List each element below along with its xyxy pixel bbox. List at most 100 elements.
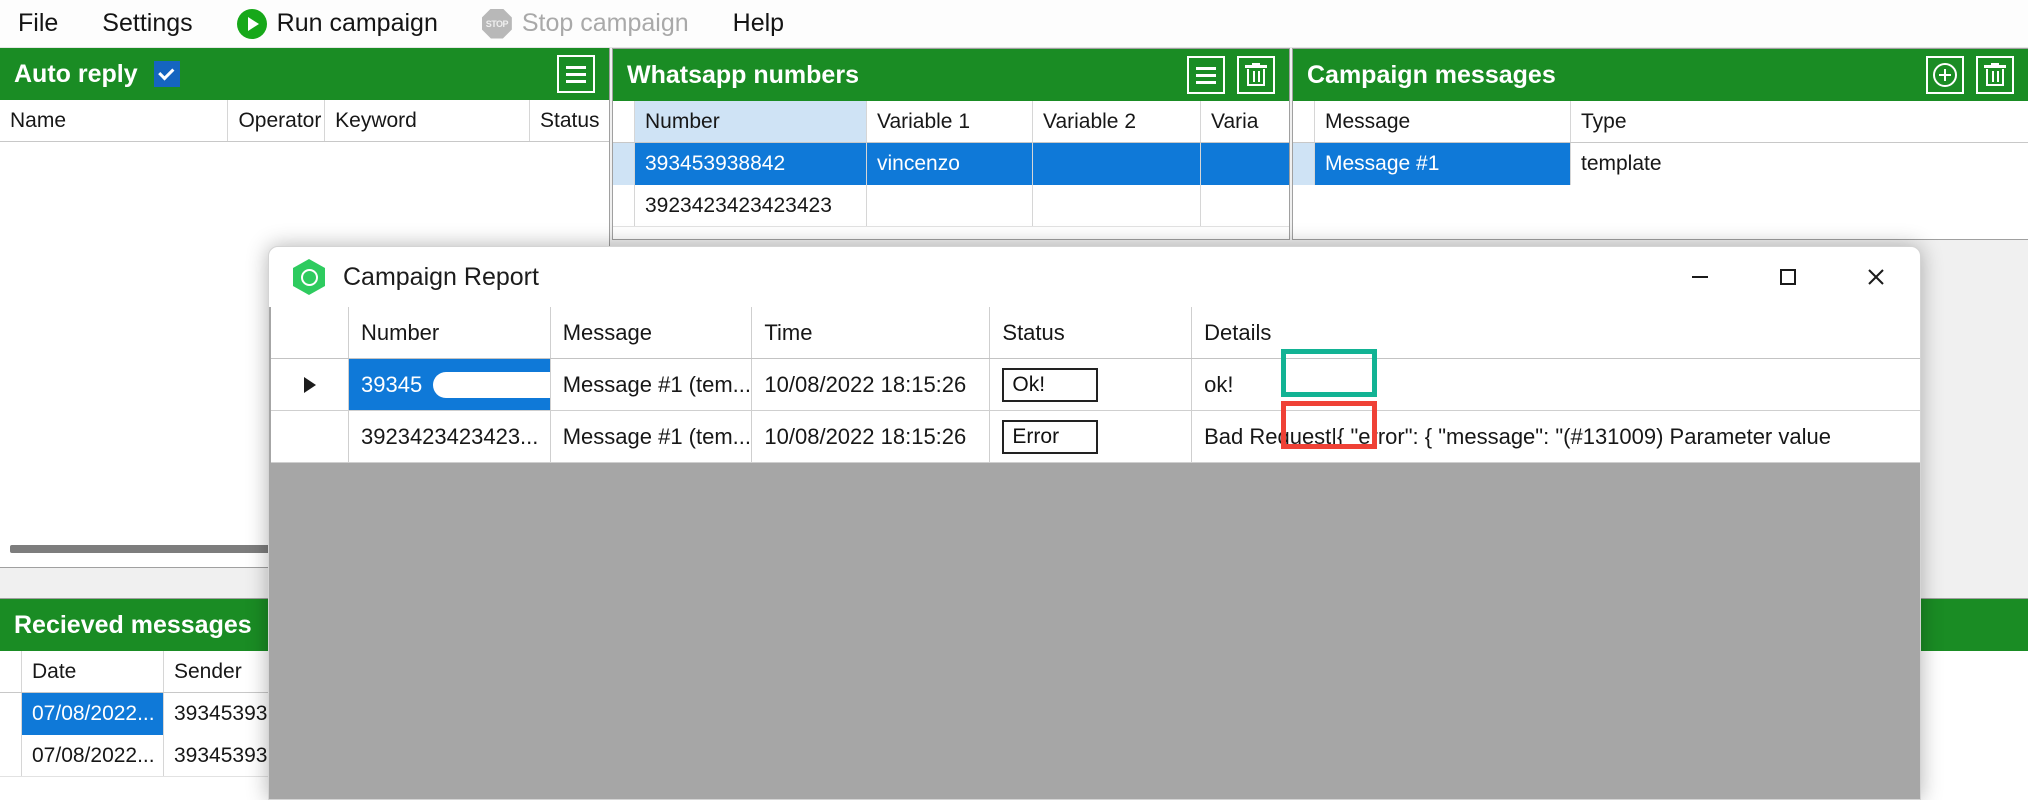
hamburger-menu-icon bbox=[566, 65, 586, 83]
menu-item-stop-campaign-label: Stop campaign bbox=[521, 9, 689, 37]
column-header-number[interactable]: Number bbox=[349, 307, 551, 358]
cell-message[interactable]: Message #1 bbox=[1315, 143, 1571, 185]
cell-date[interactable]: 07/08/2022... bbox=[22, 735, 164, 776]
row-indicator bbox=[271, 359, 349, 410]
row-selector[interactable] bbox=[1293, 143, 1315, 185]
cell-details[interactable]: ok! bbox=[1192, 359, 1920, 410]
column-header-status[interactable]: Status bbox=[530, 100, 609, 141]
menu-item-run-campaign-label: Run campaign bbox=[276, 9, 438, 37]
cell-number[interactable]: 393453938842 bbox=[635, 143, 867, 185]
cell-variable-3[interactable] bbox=[1201, 185, 1289, 226]
campaign-messages-add-button[interactable] bbox=[1926, 56, 1964, 94]
row-selector[interactable] bbox=[613, 143, 635, 185]
dialog-body: Number Message Time Status Details 39345… bbox=[269, 307, 1921, 800]
plus-circle-icon bbox=[1933, 63, 1957, 87]
whatsapp-numbers-delete-button[interactable] bbox=[1237, 56, 1275, 94]
panel-recieved-messages-title: Recieved messages bbox=[14, 610, 252, 639]
column-header-date[interactable]: Date bbox=[22, 651, 164, 692]
cell-variable-2[interactable] bbox=[1033, 185, 1201, 226]
whatsapp-numbers-menu-button[interactable] bbox=[1187, 56, 1225, 94]
cell-number[interactable]: 39345 bbox=[349, 359, 551, 410]
hamburger-menu-icon bbox=[1196, 66, 1216, 84]
column-header-variable-1[interactable]: Variable 1 bbox=[867, 101, 1033, 142]
close-icon bbox=[1868, 269, 1884, 285]
status-badge: Error bbox=[1002, 419, 1099, 454]
cell-status[interactable]: Error bbox=[990, 411, 1193, 462]
menu-item-settings[interactable]: Settings bbox=[80, 0, 214, 48]
auto-reply-checkbox[interactable] bbox=[153, 61, 180, 87]
cell-variable-1[interactable]: vincenzo bbox=[867, 143, 1033, 185]
table-row[interactable]: 39345 Message #1 (tem... 10/08/2022 18:1… bbox=[271, 359, 1920, 411]
row-indicator-header bbox=[271, 307, 349, 358]
minimize-icon bbox=[1692, 276, 1708, 278]
column-header-details[interactable]: Details bbox=[1192, 307, 1920, 358]
table-row[interactable]: 3923423423423... Message #1 (tem... 10/0… bbox=[271, 411, 1920, 463]
cell-variable-1[interactable] bbox=[867, 185, 1033, 226]
table-row[interactable]: Message #1 template bbox=[1293, 143, 2028, 185]
dialog-title: Campaign Report bbox=[343, 262, 539, 291]
menu-item-run-campaign[interactable]: Run campaign bbox=[215, 0, 460, 48]
row-selector-header bbox=[1293, 101, 1315, 142]
column-header-message[interactable]: Message bbox=[1315, 101, 1571, 142]
cell-time[interactable]: 10/08/2022 18:15:26 bbox=[752, 359, 991, 410]
column-header-status[interactable]: Status bbox=[990, 307, 1193, 358]
stop-sign-icon: STOP bbox=[481, 8, 512, 39]
column-header-time[interactable]: Time bbox=[752, 307, 991, 358]
column-header-operator[interactable]: Operator bbox=[228, 100, 326, 141]
table-row[interactable]: 393453938842 vincenzo bbox=[613, 143, 1289, 185]
column-header-type[interactable]: Type bbox=[1571, 101, 1871, 142]
menu-item-file[interactable]: File bbox=[0, 0, 80, 48]
row-selector[interactable] bbox=[0, 735, 22, 776]
menu-item-help[interactable]: Help bbox=[711, 0, 806, 48]
redaction-overlay bbox=[433, 372, 550, 398]
cell-variable-2[interactable] bbox=[1033, 143, 1201, 185]
cell-number-text: 39345 bbox=[361, 371, 423, 397]
column-header-variable-3[interactable]: Varia bbox=[1201, 101, 1289, 142]
cell-date[interactable]: 07/08/2022... bbox=[22, 693, 164, 735]
column-header-number[interactable]: Number bbox=[635, 101, 867, 142]
table-row[interactable]: 3923423423423423 bbox=[613, 185, 1289, 227]
close-button[interactable] bbox=[1832, 247, 1920, 307]
panel-auto-reply-title: Auto reply bbox=[14, 59, 138, 88]
menu-item-help-label: Help bbox=[732, 9, 785, 37]
column-header-message[interactable]: Message bbox=[550, 307, 753, 358]
cell-type[interactable]: template bbox=[1571, 143, 1871, 185]
cell-number[interactable]: 3923423423423... bbox=[349, 411, 551, 462]
cell-message[interactable]: Message #1 (tem... bbox=[551, 359, 753, 410]
panel-campaign-messages-title: Campaign messages bbox=[1307, 60, 1556, 89]
row-selector[interactable] bbox=[0, 693, 22, 735]
trash-icon bbox=[1245, 63, 1267, 87]
campaign-messages-delete-button[interactable] bbox=[1976, 56, 2014, 94]
window-controls bbox=[1656, 247, 1920, 307]
column-header-keyword[interactable]: Keyword bbox=[325, 100, 531, 141]
play-circle-icon bbox=[236, 8, 267, 39]
cell-details[interactable]: Bad Request|{ "error": { "message": "(#1… bbox=[1192, 411, 1920, 462]
column-header-name[interactable]: Name bbox=[0, 100, 229, 141]
panel-campaign-messages: Campaign messages Message Type Message #… bbox=[1292, 48, 2028, 240]
row-pointer-icon bbox=[303, 376, 316, 393]
panel-right-bottom-header bbox=[1906, 599, 2028, 651]
panel-whatsapp-numbers-title: Whatsapp numbers bbox=[627, 60, 859, 89]
menu-item-file-label: File bbox=[18, 9, 59, 37]
auto-reply-horizontal-scrollbar[interactable] bbox=[10, 545, 278, 553]
dialog-grid-right-strip bbox=[1920, 463, 1921, 800]
whatsapp-hexagon-icon bbox=[293, 259, 325, 295]
whatsapp-numbers-grid-header: Number Variable 1 Variable 2 Varia bbox=[613, 101, 1289, 143]
column-header-variable-2[interactable]: Variable 2 bbox=[1033, 101, 1201, 142]
cell-number[interactable]: 3923423423423423 bbox=[635, 185, 867, 226]
row-selector[interactable] bbox=[613, 185, 635, 226]
cell-variable-3[interactable] bbox=[1201, 143, 1289, 185]
cell-status[interactable]: Ok! bbox=[990, 359, 1193, 410]
status-badge: Ok! bbox=[1002, 367, 1099, 402]
panel-whatsapp-numbers-header: Whatsapp numbers bbox=[613, 49, 1289, 101]
menu-item-stop-campaign[interactable]: STOP Stop campaign bbox=[460, 0, 711, 48]
minimize-button[interactable] bbox=[1656, 247, 1744, 307]
cell-time[interactable]: 10/08/2022 18:15:26 bbox=[752, 411, 991, 462]
dialog-title-bar[interactable]: Campaign Report bbox=[269, 247, 1920, 307]
auto-reply-grid: Name Operator Keyword Status bbox=[0, 100, 609, 142]
row-indicator bbox=[271, 411, 349, 462]
auto-reply-menu-button[interactable] bbox=[557, 55, 595, 93]
cell-message[interactable]: Message #1 (tem... bbox=[551, 411, 753, 462]
maximize-button[interactable] bbox=[1744, 247, 1832, 307]
panel-auto-reply-header: Auto reply bbox=[0, 48, 609, 100]
